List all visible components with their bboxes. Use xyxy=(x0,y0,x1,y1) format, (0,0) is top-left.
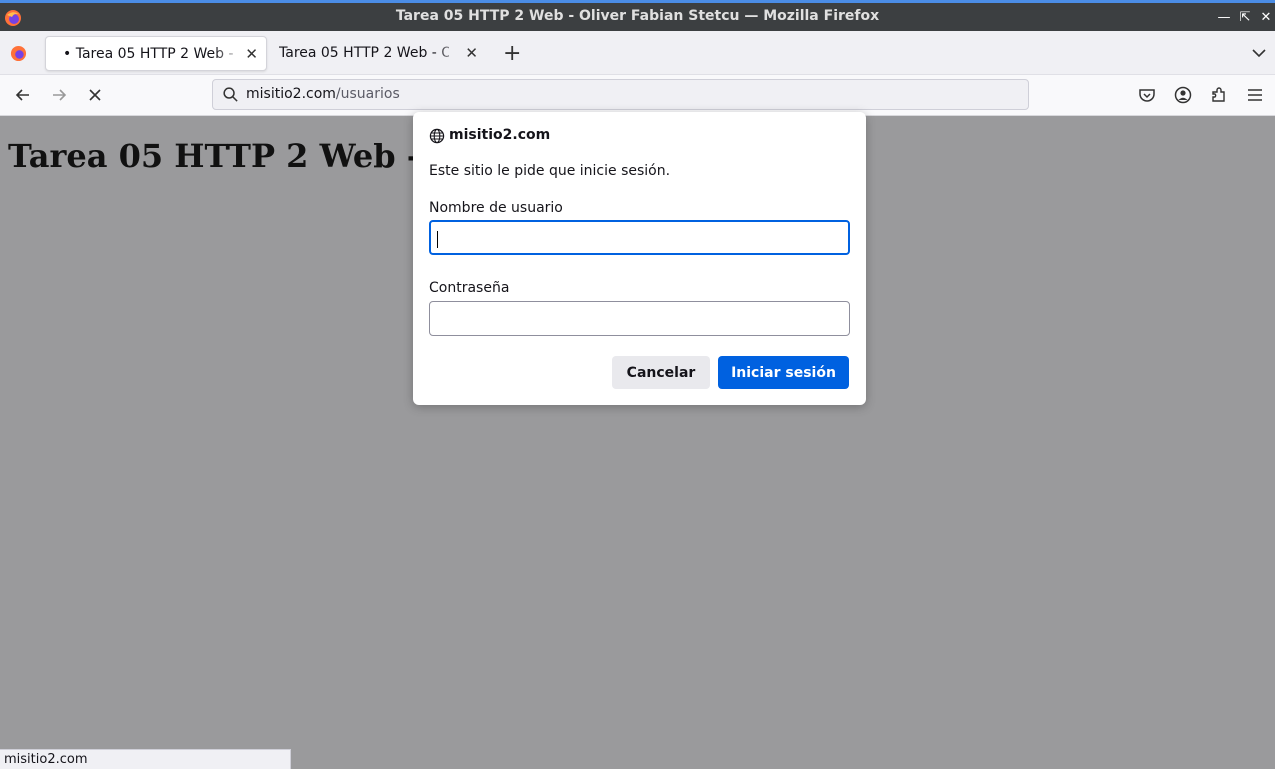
window-titlebar: Tarea 05 HTTP 2 Web - Oliver Fabian Stet… xyxy=(0,0,1275,34)
dialog-message: Este sitio le pide que inicie sesión. xyxy=(429,163,671,179)
list-all-tabs-icon[interactable] xyxy=(1249,43,1269,63)
tab-label: • Tarea 05 HTTP 2 Web - Oliver Fabian St… xyxy=(63,46,233,62)
navigation-toolbar: misitio2.com/usuarios xyxy=(0,75,1275,116)
tab-active[interactable]: • Tarea 05 HTTP 2 Web - Oliver Fabian St… xyxy=(45,36,267,71)
status-bar: misitio2.com xyxy=(0,749,291,769)
search-icon xyxy=(223,87,238,102)
cancel-button[interactable]: Cancelar xyxy=(612,356,710,389)
text-caret xyxy=(437,231,438,248)
back-icon[interactable] xyxy=(13,85,33,105)
tab-close-icon[interactable]: ✕ xyxy=(465,44,478,62)
window-title: Tarea 05 HTTP 2 Web - Oliver Fabian Stet… xyxy=(395,8,880,24)
tab-inactive[interactable]: Tarea 05 HTTP 2 Web - Oliver Fabian Stet… xyxy=(268,36,486,71)
tab-strip: • Tarea 05 HTTP 2 Web - Oliver Fabian St… xyxy=(0,31,1275,75)
password-label: Contraseña xyxy=(429,280,510,296)
login-dialog: misitio2.com Este sitio le pide que inic… xyxy=(413,112,866,405)
firefox-view-icon[interactable] xyxy=(10,45,27,62)
stop-loading-icon[interactable] xyxy=(85,85,105,105)
pocket-icon[interactable] xyxy=(1137,85,1157,105)
password-field[interactable] xyxy=(429,301,850,336)
account-icon[interactable] xyxy=(1173,85,1193,105)
forward-icon[interactable] xyxy=(49,85,69,105)
globe-icon xyxy=(429,128,445,144)
username-field[interactable] xyxy=(429,220,850,255)
username-label: Nombre de usuario xyxy=(429,200,563,216)
url-text[interactable]: misitio2.com/usuarios xyxy=(246,86,400,102)
minimize-icon[interactable]: — xyxy=(1215,9,1233,27)
url-bar[interactable]: misitio2.com/usuarios xyxy=(212,79,1029,110)
maximize-icon[interactable]: ⇱ xyxy=(1236,9,1254,27)
tab-close-icon[interactable]: ✕ xyxy=(245,45,258,63)
tab-label: Tarea 05 HTTP 2 Web - Oliver Fabian Stet… xyxy=(279,45,449,61)
url-path: /usuarios xyxy=(335,86,400,102)
new-tab-button[interactable]: + xyxy=(503,41,521,66)
url-host: misitio2.com xyxy=(246,86,336,102)
menu-icon[interactable] xyxy=(1245,85,1265,105)
dialog-host: misitio2.com xyxy=(449,127,551,143)
close-window-icon[interactable]: ✕ xyxy=(1257,9,1275,27)
extensions-icon[interactable] xyxy=(1209,85,1229,105)
sign-in-button[interactable]: Iniciar sesión xyxy=(718,356,849,389)
